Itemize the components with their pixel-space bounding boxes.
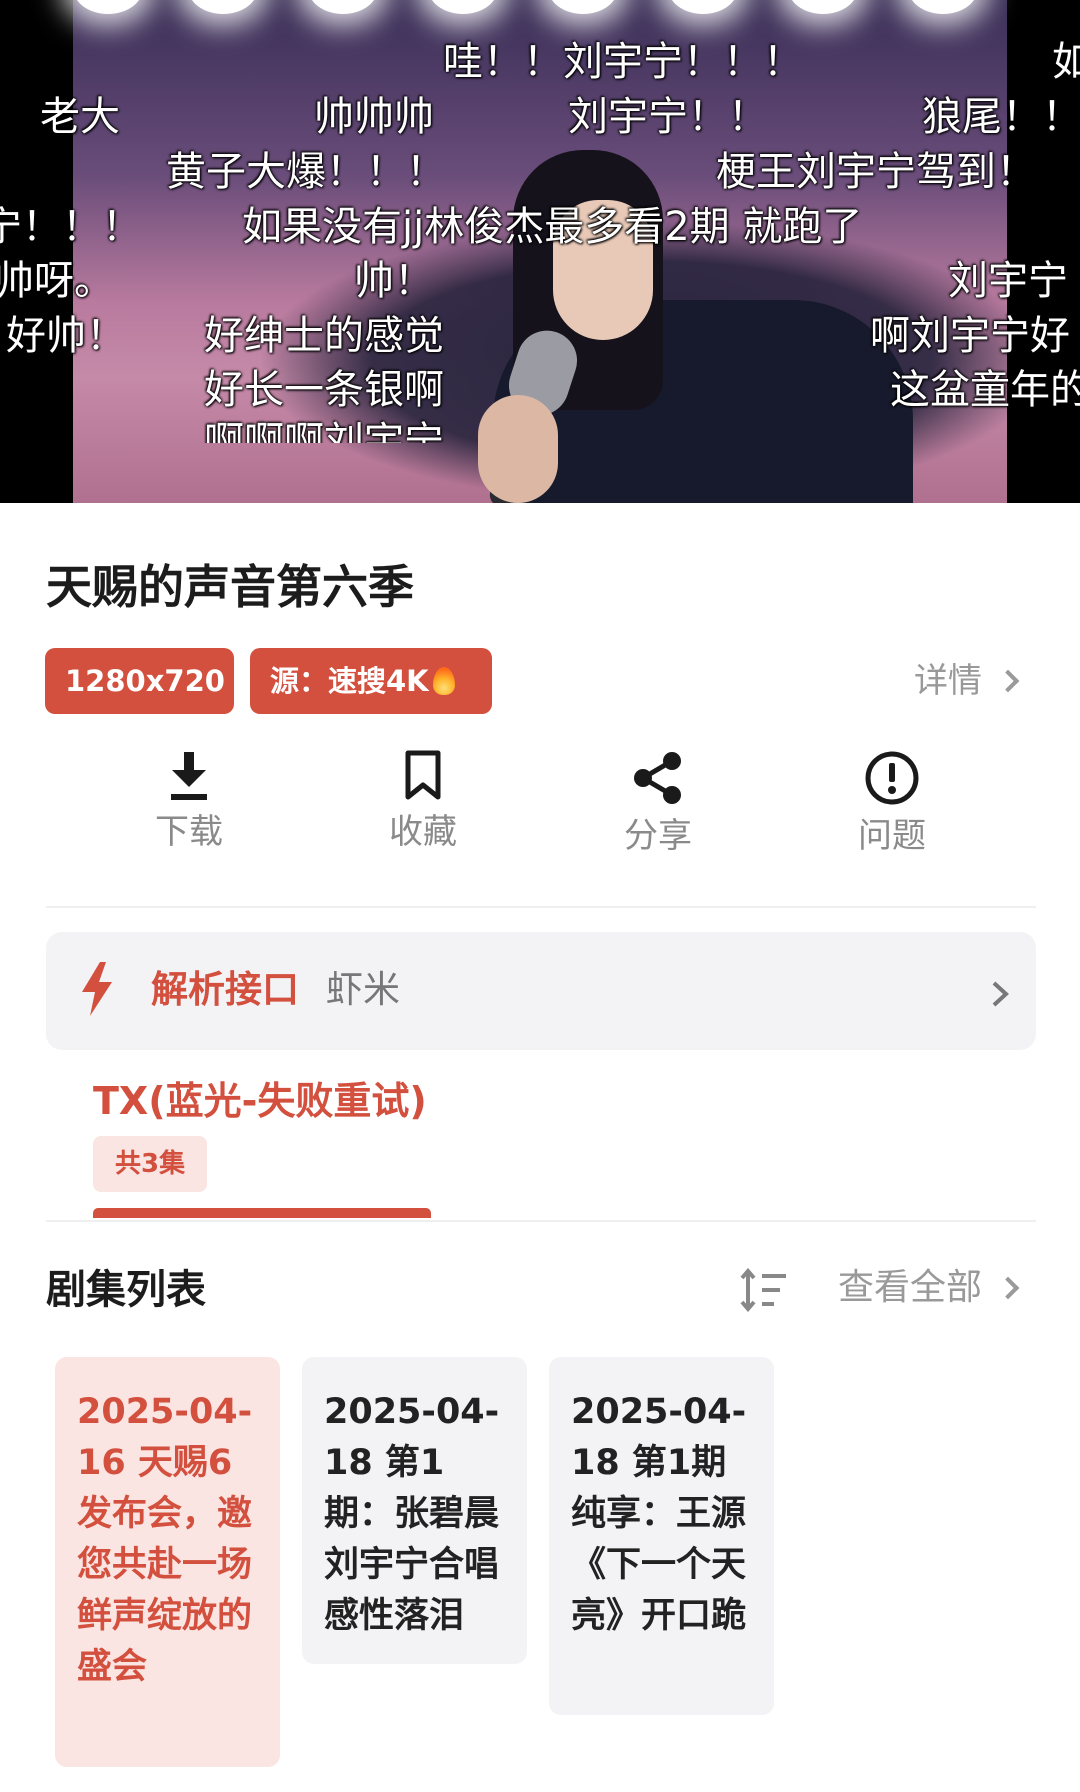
episode-title: 2025-04-18 第1期纯享：王源《下一个天亮》开口跪 — [571, 1392, 747, 1636]
resolution-badge: 1280x720 — [45, 648, 234, 714]
danmaku-comment: 帅！ — [354, 258, 434, 304]
sort-icon[interactable] — [740, 1268, 788, 1312]
parse-interface-value: 虾米 — [326, 968, 400, 1011]
lightning-icon — [82, 962, 112, 1016]
episode-count-badge: 共3集 — [93, 1136, 208, 1192]
share-icon — [634, 752, 681, 804]
view-all-label: 查看全部 — [837, 1267, 982, 1308]
download-icon — [171, 752, 207, 800]
share-label: 分享 — [624, 816, 692, 856]
episode-title: 2025-04-16 天赐6发布会，邀您共赴一场鲜声绽放的盛会 — [77, 1392, 253, 1687]
danmaku-comment: 狼尾！！ — [922, 94, 1080, 140]
parse-interface-label: 解析接口 — [151, 968, 299, 1011]
share-button[interactable]: 分享 — [588, 750, 728, 858]
stage-light — [188, 0, 258, 14]
detail-label: 详情 — [914, 661, 982, 701]
view-all-link[interactable]: 查看全部 — [837, 1262, 1020, 1314]
report-label: 问题 — [858, 816, 926, 856]
source-tab-tx[interactable]: TX(蓝光-失败重试) — [93, 1075, 427, 1127]
danmaku-comment: 帅帅帅 — [314, 94, 434, 140]
favorite-label: 收藏 — [389, 812, 457, 852]
danmaku-comment: 啊啊啊刘宇宁 — [204, 419, 444, 443]
stage-light — [788, 0, 858, 14]
stage-light — [908, 0, 978, 14]
chevron-right-icon — [996, 1276, 1020, 1300]
chevron-right-icon — [996, 669, 1020, 693]
source-text: 源：速搜4K — [270, 664, 429, 698]
divider — [46, 1220, 1036, 1222]
show-title: 天赐的声音第六季 — [46, 560, 414, 614]
chevron-right-icon — [992, 981, 1009, 1007]
stage-light — [308, 0, 378, 14]
parse-interface-selector[interactable]: 解析接口 虾米 — [46, 932, 1036, 1050]
stage-light — [668, 0, 738, 14]
source-badge[interactable]: 源：速搜4K — [250, 648, 492, 714]
danmaku-comment: 老大 — [40, 94, 120, 140]
active-tab-indicator — [93, 1208, 431, 1218]
performer-hand — [478, 395, 558, 503]
episode-card[interactable]: 2025-04-18 第1期：张碧晨刘宇宁合唱感性落泪 — [302, 1357, 527, 1664]
danmaku-comment: 帅呀。 — [0, 258, 114, 304]
stage-light — [548, 0, 618, 14]
danmaku-comment: 啊刘宇宁好 — [870, 313, 1070, 359]
stage-light — [73, 0, 143, 14]
detail-link[interactable]: 详情 — [914, 656, 1020, 706]
danmaku-comment: 这盆童年的 — [890, 367, 1080, 413]
favorite-button[interactable]: 收藏 — [353, 750, 493, 854]
episode-list-title: 剧集列表 — [46, 1267, 206, 1313]
download-label: 下载 — [155, 812, 223, 852]
episode-card[interactable]: 2025-04-16 天赐6发布会，邀您共赴一场鲜声绽放的盛会 — [55, 1357, 280, 1767]
divider — [46, 906, 1036, 908]
danmaku-comment: 刘宇宁！！ — [568, 94, 768, 140]
episode-title: 2025-04-18 第1期：张碧晨刘宇宁合唱感性落泪 — [324, 1392, 500, 1636]
danmaku-comment: 如果没有jj林俊杰最多看2期 就跑了 — [242, 204, 863, 250]
danmaku-comment: 梗王刘宇宁驾到！ — [716, 149, 1036, 195]
episode-card[interactable]: 2025-04-18 第1期纯享：王源《下一个天亮》开口跪 — [549, 1357, 774, 1715]
danmaku-comment: 好长一条银啊 — [204, 367, 444, 413]
danmaku-comment: 好绅士的感觉 — [204, 313, 444, 359]
video-player[interactable]: 哇！！刘宇宁！！！ 如 老大 帅帅帅 刘宇宁！！ 狼尾！！ 黄子大爆！！！ 梗王… — [0, 0, 1080, 503]
download-button[interactable]: 下载 — [119, 750, 259, 854]
flame-icon — [432, 667, 455, 695]
danmaku-comment: 好帅！ — [6, 313, 126, 359]
resolution-text: 1280x720 — [65, 664, 225, 698]
danmaku-comment: 如 — [1052, 39, 1080, 85]
danmaku-comment: 哇！！刘宇宁！！！ — [443, 39, 803, 85]
report-button[interactable]: 问题 — [822, 750, 962, 858]
danmaku-comment: 宁！！！ — [0, 204, 142, 250]
danmaku-comment: 黄子大爆！！！ — [166, 149, 446, 195]
bookmark-icon — [405, 750, 441, 800]
exclamation-circle-icon — [865, 751, 919, 805]
danmaku-comment: 刘宇宁 — [948, 258, 1068, 304]
stage-light — [428, 0, 498, 14]
